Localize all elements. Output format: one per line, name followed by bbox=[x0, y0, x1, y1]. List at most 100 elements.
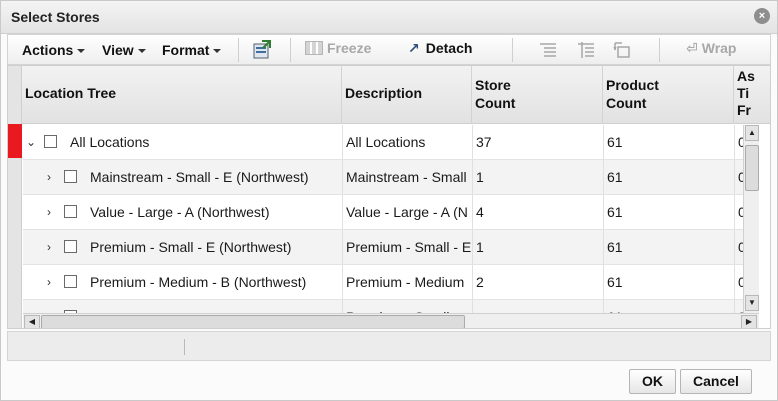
table-row[interactable]: › Premium - Small - E (Northwest) Premiu… bbox=[23, 230, 743, 265]
wrap-icon: ⏎ bbox=[686, 40, 698, 56]
location-tree-cell: › bbox=[23, 300, 343, 313]
column-reorder-icon[interactable] bbox=[612, 40, 632, 60]
table-row[interactable]: › Mainstream - Small - E (Northwest) Mai… bbox=[23, 160, 743, 195]
location-label: Premium - Small - E (Northwest) bbox=[90, 239, 292, 255]
location-tree-cell: › Premium - Medium - B (Northwest) bbox=[23, 265, 343, 299]
scroll-down-icon[interactable]: ▼ bbox=[745, 295, 759, 311]
row-checkbox[interactable] bbox=[64, 205, 77, 218]
row-gutter bbox=[8, 66, 22, 328]
detach-label: Detach bbox=[425, 40, 473, 56]
location-label: All Locations bbox=[70, 134, 150, 150]
product-count-cell: 61 bbox=[604, 195, 735, 229]
view-menu-label: View bbox=[102, 42, 134, 58]
column-header-store-count[interactable]: Store Count bbox=[472, 66, 603, 124]
description-cell: All Locations bbox=[343, 125, 473, 159]
chevron-down-icon bbox=[137, 49, 146, 54]
grid-header: Location Tree Description Store Count Pr… bbox=[8, 66, 770, 124]
row-checkbox[interactable] bbox=[64, 275, 77, 288]
view-menu[interactable]: View bbox=[102, 42, 146, 58]
product-count-cell: 61 bbox=[604, 265, 735, 299]
close-icon[interactable]: × bbox=[754, 8, 770, 24]
actions-menu[interactable]: Actions bbox=[22, 42, 86, 58]
sort-descending-icon[interactable] bbox=[576, 40, 596, 60]
horizontal-scroll-thumb[interactable] bbox=[41, 315, 465, 328]
product-count-cell: 61 bbox=[604, 160, 735, 194]
freeze-button[interactable]: Freeze bbox=[305, 40, 371, 56]
toolbar-divider bbox=[238, 38, 239, 62]
truncated-cell: 02 bbox=[735, 125, 743, 159]
scroll-left-icon[interactable]: ◀ bbox=[24, 315, 40, 328]
grid-rows: ⌄ All Locations All Locations 37 61 02 ›… bbox=[23, 125, 743, 313]
scroll-right-icon[interactable]: ▶ bbox=[741, 315, 757, 328]
truncated-cell: 02 bbox=[735, 230, 743, 264]
column-header-location-tree[interactable]: Location Tree bbox=[22, 66, 342, 124]
location-label: Premium - Medium - B (Northwest) bbox=[90, 274, 307, 290]
table-row[interactable]: ⌄ All Locations All Locations 37 61 02 bbox=[23, 125, 743, 160]
sort-ascending-icon[interactable] bbox=[538, 40, 558, 60]
chevron-right-icon[interactable]: › bbox=[47, 160, 51, 194]
status-bar bbox=[7, 331, 771, 361]
column-header-label-line: Fr bbox=[737, 102, 751, 118]
truncated-cell: 02 bbox=[735, 160, 743, 194]
vertical-scrollbar[interactable]: ▲ ▼ bbox=[743, 125, 759, 313]
column-header-label-line: Ti bbox=[737, 85, 750, 101]
export-icon[interactable] bbox=[252, 40, 272, 60]
store-count-cell bbox=[473, 300, 604, 313]
store-count-cell: 4 bbox=[473, 195, 604, 229]
location-tree-cell: › Mainstream - Small - E (Northwest) bbox=[23, 160, 343, 194]
chevron-right-icon[interactable]: › bbox=[47, 265, 51, 299]
store-count-cell: 1 bbox=[473, 230, 604, 264]
toolbar-divider bbox=[290, 38, 291, 62]
column-header-product-count[interactable]: Product Count bbox=[603, 66, 734, 124]
freeze-icon bbox=[305, 41, 323, 55]
table-row[interactable]: › Premium - Medium - B (Northwest) Premi… bbox=[23, 265, 743, 300]
wrap-button[interactable]: ⏎ Wrap bbox=[686, 40, 736, 57]
cancel-button[interactable]: Cancel bbox=[680, 369, 752, 394]
column-header-description[interactable]: Description bbox=[342, 66, 472, 124]
row-checkbox[interactable] bbox=[64, 170, 77, 183]
location-tree-cell: › Value - Large - A (Northwest) bbox=[23, 195, 343, 229]
scroll-up-icon[interactable]: ▲ bbox=[745, 125, 759, 141]
horizontal-scrollbar[interactable]: ◀ ▶ bbox=[23, 313, 759, 328]
dialog-titlebar: Select Stores × bbox=[1, 1, 777, 34]
table-row[interactable]: › Premium - Small 61 02 bbox=[23, 300, 743, 313]
description-cell: Premium - Medium bbox=[343, 265, 473, 299]
description-cell: Premium - Small - E bbox=[343, 230, 473, 264]
format-menu[interactable]: Format bbox=[162, 42, 222, 58]
description-cell: Value - Large - A (N bbox=[343, 195, 473, 229]
column-header-truncated[interactable]: As Ti Fr bbox=[734, 66, 770, 124]
toolbar-divider bbox=[659, 38, 660, 62]
chevron-down-icon bbox=[77, 49, 86, 54]
chevron-down-icon[interactable]: ⌄ bbox=[26, 125, 36, 159]
row-checkbox[interactable] bbox=[44, 135, 57, 148]
chevron-right-icon[interactable]: › bbox=[47, 195, 51, 229]
table-row[interactable]: › Value - Large - A (Northwest) Value - … bbox=[23, 195, 743, 230]
chevron-right-icon[interactable]: › bbox=[47, 230, 51, 264]
toolbar-divider bbox=[512, 38, 513, 62]
dialog-title: Select Stores bbox=[11, 9, 100, 25]
product-count-cell: 61 bbox=[604, 125, 735, 159]
product-count-cell: 61 bbox=[604, 230, 735, 264]
truncated-cell: 02 bbox=[735, 265, 743, 299]
chevron-right-icon[interactable]: › bbox=[47, 300, 51, 313]
location-tree-cell: ⌄ All Locations bbox=[23, 125, 343, 159]
product-count-cell: 61 bbox=[604, 300, 735, 313]
chevron-down-icon bbox=[213, 49, 222, 54]
column-header-label: Location Tree bbox=[25, 85, 117, 101]
detach-button[interactable]: ↗ Detach bbox=[408, 40, 472, 57]
vertical-scroll-thumb[interactable] bbox=[745, 145, 759, 191]
column-header-label-line: Store bbox=[475, 77, 511, 93]
column-header-label-line: Count bbox=[606, 95, 647, 111]
select-stores-dialog: Select Stores × Actions View Format Free… bbox=[0, 0, 778, 401]
column-header-label: Description bbox=[345, 85, 423, 101]
status-divider bbox=[184, 339, 185, 355]
store-count-cell: 1 bbox=[473, 160, 604, 194]
description-cell: Premium - Small bbox=[343, 300, 473, 313]
freeze-label: Freeze bbox=[327, 40, 372, 56]
grid-toolbar: Actions View Format Freeze ↗ Detach ⏎ Wr… bbox=[7, 34, 771, 65]
column-header-label-line: Product bbox=[606, 77, 659, 93]
store-grid: Location Tree Description Store Count Pr… bbox=[7, 65, 771, 329]
row-checkbox[interactable] bbox=[64, 240, 77, 253]
ok-button[interactable]: OK bbox=[629, 369, 676, 394]
format-menu-label: Format bbox=[162, 42, 210, 58]
